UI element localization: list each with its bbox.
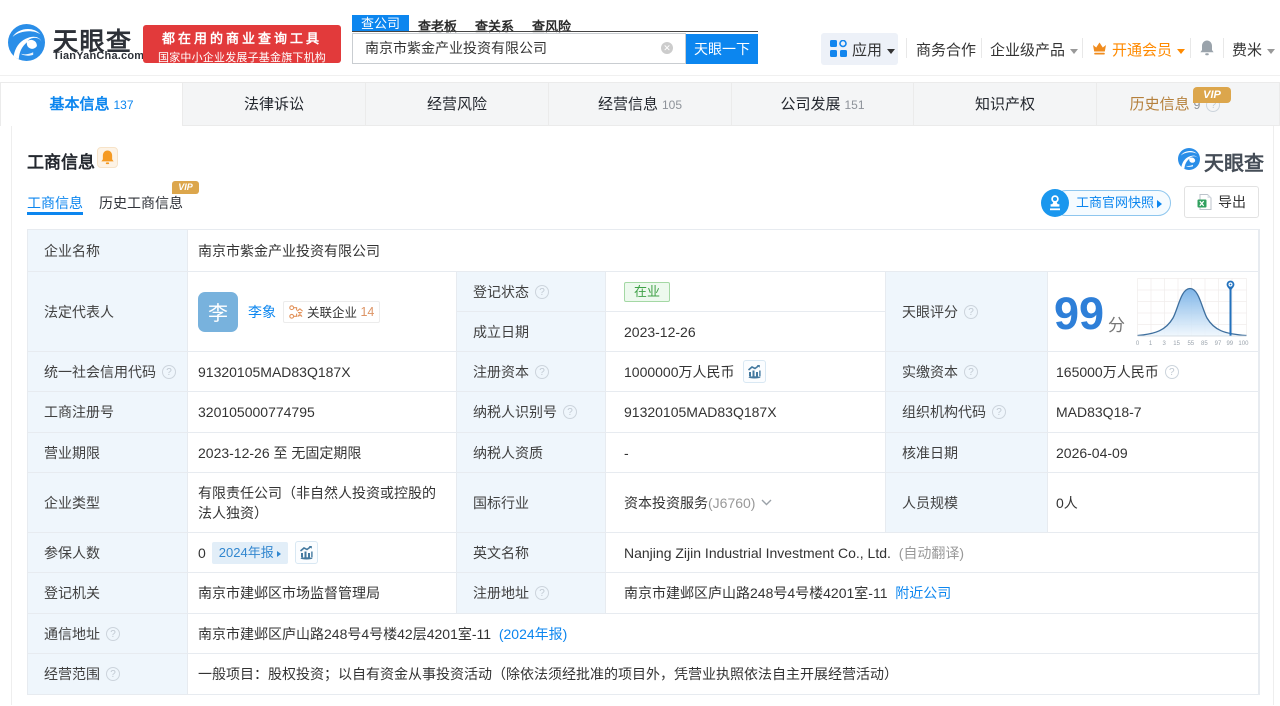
svg-text:1: 1 bbox=[1149, 341, 1153, 347]
svg-text:55: 55 bbox=[1187, 341, 1194, 347]
svg-text:0: 0 bbox=[1136, 341, 1140, 347]
svg-text:15: 15 bbox=[1173, 341, 1180, 347]
svg-text:85: 85 bbox=[1201, 341, 1208, 347]
svg-text:99: 99 bbox=[1226, 341, 1233, 347]
svg-text:97: 97 bbox=[1215, 341, 1222, 347]
svg-text:100: 100 bbox=[1238, 341, 1249, 347]
svg-text:3: 3 bbox=[1163, 341, 1167, 347]
